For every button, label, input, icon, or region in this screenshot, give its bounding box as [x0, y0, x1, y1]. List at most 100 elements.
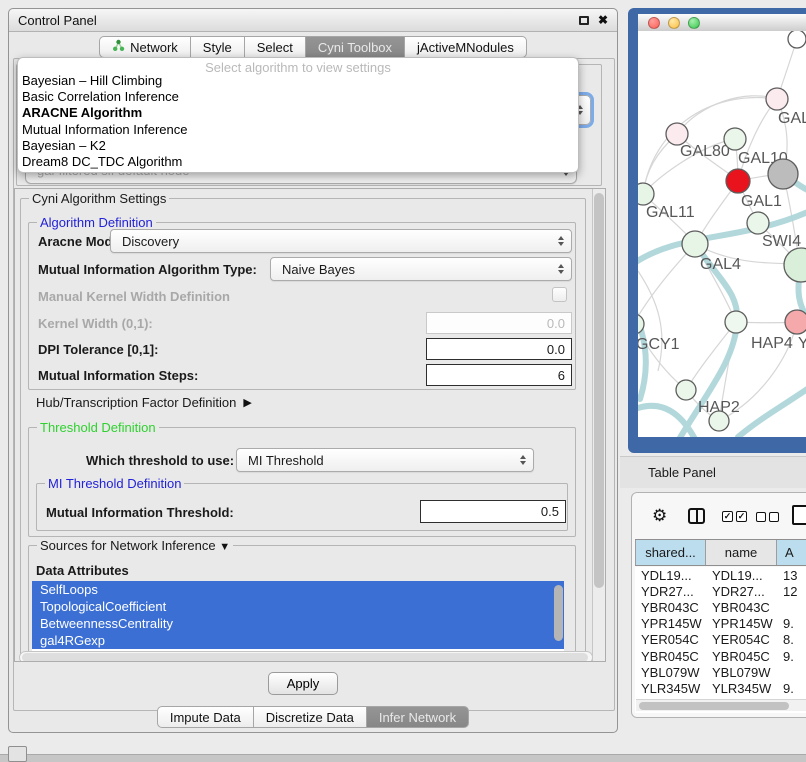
network-node[interactable]	[666, 123, 688, 145]
network-node[interactable]	[766, 88, 788, 110]
tab-style[interactable]: Style	[191, 36, 245, 58]
attribute-item[interactable]: BetweennessCentrality	[32, 615, 564, 632]
settings-vertical-scrollbar-thumb[interactable]	[594, 193, 604, 588]
float-window-icon[interactable]	[579, 16, 589, 25]
network-node[interactable]	[788, 31, 806, 48]
table-row[interactable]: YER054CYER054C8.	[635, 632, 806, 648]
table-cell[interactable]: YER054C	[635, 632, 706, 647]
network-node[interactable]	[724, 128, 746, 150]
algorithm-option[interactable]: Basic Correlation Inference	[18, 89, 578, 105]
table-row[interactable]: YBL079WYBL079W	[635, 664, 806, 680]
table-cell[interactable]: 9.	[777, 649, 806, 664]
dpi-tolerance-field[interactable]: 0.0	[426, 338, 572, 360]
table-cell[interactable]: 12	[777, 584, 806, 599]
network-node[interactable]	[785, 310, 806, 334]
tab-cyni-toolbox[interactable]: Cyni Toolbox	[306, 36, 405, 58]
table-cell[interactable]: YBL079W	[635, 665, 706, 680]
network-node[interactable]	[725, 311, 747, 333]
table-horizontal-scrollbar-thumb[interactable]	[639, 702, 789, 710]
table-cell[interactable]: YDR27...	[635, 584, 706, 599]
table-row[interactable]: YBR043CYBR043C	[635, 599, 806, 615]
network-node[interactable]	[682, 231, 708, 257]
unchecked-box-icon	[769, 512, 779, 522]
mi-steps-field[interactable]: 6	[426, 364, 572, 386]
algorithm-option[interactable]: Mutual Information Inference	[18, 122, 578, 138]
bottom-left-corner-button[interactable]	[8, 746, 27, 762]
attribute-item[interactable]: TopologicalCoefficient	[32, 598, 564, 615]
table-cell[interactable]: 8.	[777, 632, 806, 647]
settings-horizontal-scrollbar-thumb[interactable]	[22, 653, 588, 662]
table-cell[interactable]: YBR043C	[706, 600, 777, 615]
algorithm-option[interactable]: Bayesian – Hill Climbing	[18, 73, 578, 89]
control-panel-titlebar: Control Panel ✖	[9, 9, 617, 32]
mi-algorithm-type-combo[interactable]: Naive Bayes	[270, 257, 572, 281]
collapse-down-icon[interactable]: ▼	[219, 541, 230, 553]
network-node[interactable]	[784, 248, 806, 282]
tab-network[interactable]: Network	[99, 36, 191, 58]
settings-vertical-scrollbar[interactable]	[592, 189, 605, 661]
select-all-checks-icon[interactable]: ✓ ✓	[722, 511, 747, 522]
table-horizontal-scrollbar[interactable]	[636, 699, 806, 711]
table-cell[interactable]: YDR27...	[706, 584, 777, 599]
column-header-name[interactable]: name	[706, 540, 777, 565]
tab-select[interactable]: Select	[245, 36, 306, 58]
minimize-traffic-light-icon[interactable]	[668, 17, 680, 29]
table-cell[interactable]: YBL079W	[706, 665, 777, 680]
table-cell[interactable]: 13	[777, 568, 806, 583]
aracne-mode-combo[interactable]: Discovery	[110, 229, 572, 253]
settings-horizontal-scrollbar[interactable]	[19, 651, 593, 662]
network-node[interactable]	[726, 169, 750, 193]
table-cell[interactable]: YDL19...	[706, 568, 777, 583]
data-attributes-list[interactable]: SelfLoopsTopologicalCoefficientBetweenne…	[32, 581, 564, 651]
table-cell[interactable]: YBR043C	[635, 600, 706, 615]
table-cell[interactable]: YLR345W	[635, 681, 706, 696]
attribute-item[interactable]: SelfLoops	[32, 581, 564, 598]
table-cell[interactable]: YPR145W	[706, 616, 777, 631]
table-cell[interactable]: 9.	[777, 681, 806, 696]
tab-impute-data[interactable]: Impute Data	[157, 706, 254, 728]
table-row[interactable]: YDR27...YDR27...12	[635, 583, 806, 599]
hub-definition-toggle[interactable]: Hub/Transcription Factor Definition ▶	[36, 395, 252, 410]
attributes-scrollbar-thumb[interactable]	[554, 585, 563, 641]
network-node[interactable]	[747, 212, 769, 234]
document-icon[interactable]	[792, 505, 806, 525]
attribute-item[interactable]: gal4RGexp	[32, 632, 564, 649]
tab-jactivemnodules[interactable]: jActiveMNodules	[405, 36, 527, 58]
table-row[interactable]: YLR345WYLR345W9.	[635, 680, 806, 696]
column-header-partial[interactable]: A	[777, 540, 806, 565]
manual-kernel-width-checkbox[interactable]	[552, 287, 567, 302]
which-threshold-combo[interactable]: MI Threshold	[236, 448, 534, 472]
column-header-shared-name[interactable]: shared...	[635, 540, 706, 565]
apply-button[interactable]: Apply	[268, 672, 338, 695]
mi-threshold-field[interactable]: 0.5	[420, 500, 566, 523]
table-row[interactable]: YDL19...YDL19...13	[635, 567, 806, 583]
network-node[interactable]	[709, 411, 729, 431]
kernel-width-field[interactable]: 0.0	[426, 312, 572, 334]
table-cell[interactable]: YER054C	[706, 632, 777, 647]
table-cell[interactable]: YBR045C	[706, 649, 777, 664]
algorithm-option[interactable]: ARACNE Algorithm	[18, 105, 578, 121]
network-node[interactable]	[638, 183, 654, 205]
table-cell[interactable]: YBR045C	[635, 649, 706, 664]
close-traffic-light-icon[interactable]	[648, 17, 660, 29]
table-cell[interactable]: YDL19...	[635, 568, 706, 583]
network-node[interactable]	[676, 380, 696, 400]
columns-icon[interactable]	[688, 508, 705, 524]
table-row[interactable]: YBR045CYBR045C9.	[635, 648, 806, 664]
network-node[interactable]	[768, 159, 798, 189]
bottom-window-edge	[0, 754, 806, 762]
gear-icon[interactable]: ⚙	[652, 506, 667, 526]
close-icon[interactable]: ✖	[598, 14, 608, 26]
network-canvas[interactable]: GALGAL80GAL10GAL1GAL11SWI4GAL4GCY1HAP4YH…	[638, 31, 806, 437]
table-cell[interactable]: 9.	[777, 616, 806, 631]
table-row[interactable]: YPR145WYPR145W9.	[635, 616, 806, 632]
algorithm-option[interactable]: Bayesian – K2	[18, 138, 578, 154]
network-window-titlebar[interactable]	[638, 14, 806, 31]
tab-discretize-data[interactable]: Discretize Data	[254, 706, 367, 728]
tab-infer-network[interactable]: Infer Network	[367, 706, 469, 728]
table-cell[interactable]: YLR345W	[706, 681, 777, 696]
zoom-traffic-light-icon[interactable]	[688, 17, 700, 29]
deselect-all-checks-icon[interactable]	[756, 512, 779, 522]
table-cell[interactable]: YPR145W	[635, 616, 706, 631]
algorithm-option[interactable]: Dream8 DC_TDC Algorithm	[18, 154, 578, 170]
